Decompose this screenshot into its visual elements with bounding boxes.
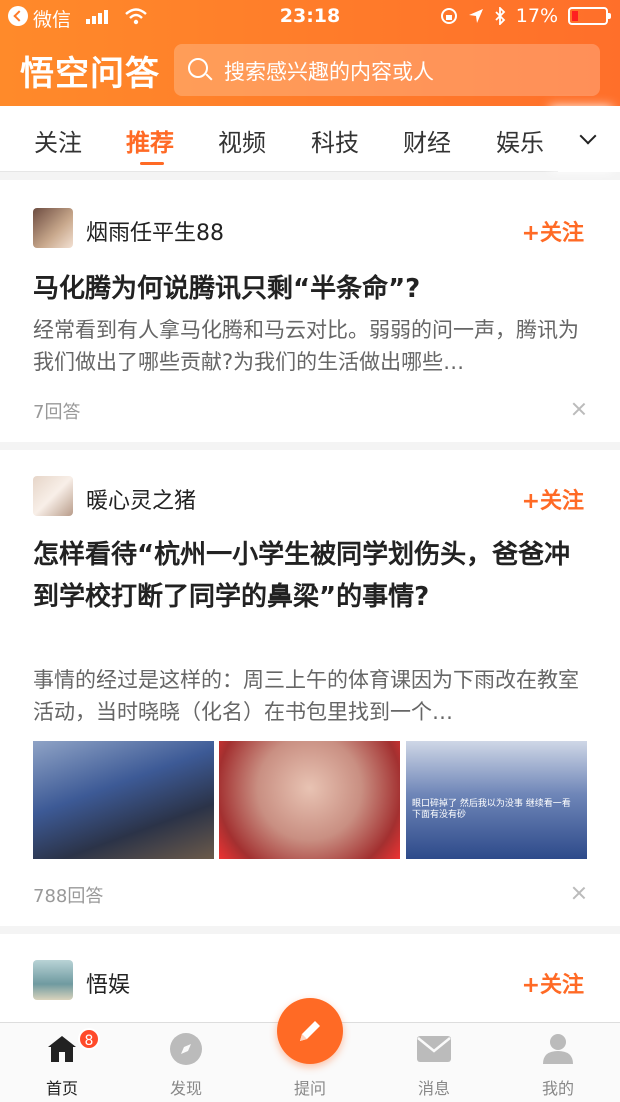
chevron-down-icon [579,127,597,145]
question-excerpt[interactable]: 经常看到有人拿马化腾和马云对比。弱弱的问一声，腾讯为我们做出了哪些贡献?为我们的… [33,314,593,378]
compass-icon [170,1033,202,1065]
tab-follow[interactable]: 关注 [34,123,82,158]
tab-recommend[interactable]: 推荐 [126,123,174,158]
nav-ask-label: 提问 [293,1079,326,1098]
nav-discover-label: 发现 [169,1079,202,1098]
answer-count: 788回答 [33,886,104,907]
tab-video[interactable]: 视频 [218,123,266,158]
app-header: 微信 23:18 17% 悟空问答 搜索感兴趣的内容或人 [0,0,620,106]
avatar[interactable] [33,476,73,516]
tab-finance[interactable]: 财经 [403,123,451,158]
nav-home-label: 首页 [45,1079,78,1098]
thumbnail-image[interactable] [219,741,400,859]
app-logo: 悟空问答 [20,54,160,94]
status-bar: 微信 23:18 17% [0,0,620,34]
notification-badge: 8 [78,1028,100,1050]
image-caption: 眼口碎掉了 然后我以为没事 继续看一看下面有没有砂 [412,799,571,820]
tab-tech[interactable]: 科技 [311,123,359,158]
author-name[interactable]: 悟娱 [86,967,130,999]
active-tab-indicator [140,162,164,165]
thumbnail-image[interactable] [33,741,214,859]
avatar[interactable] [33,208,73,248]
question-title[interactable]: 怎样看待“杭州一小学生被同学划伤头，爸爸冲到学校打断了同学的鼻梁”的事情? [33,534,593,662]
battery-icon [568,7,611,25]
thumbnail-image[interactable]: 眼口碎掉了 然后我以为没事 继续看一看下面有没有砂 [406,741,587,859]
battery-percent: 17% [515,5,558,27]
search-icon [188,58,208,78]
location-icon [468,9,483,23]
pencil-icon [300,1021,320,1041]
author-name[interactable]: 暖心灵之猪 [86,483,196,515]
search-placeholder: 搜索感兴趣的内容或人 [224,60,434,84]
question-excerpt[interactable]: 事情的经过是这样的：周三上午的体育课因为下雨改在教室活动，当时晓晓（化名）在书包… [33,664,593,728]
nav-profile[interactable]: 我的 [518,1023,598,1102]
bluetooth-icon [495,7,506,25]
question-card[interactable]: 烟雨任平生88 +关注 马化腾为何说腾讯只剩“半条命”? 经常看到有人拿马化腾和… [0,180,620,442]
ask-question-button[interactable] [277,998,343,1064]
more-tabs-button[interactable] [558,106,620,172]
question-card[interactable]: 暖心灵之猪 +关注 怎样看待“杭州一小学生被同学划伤头，爸爸冲到学校打断了同学的… [0,450,620,926]
nav-messages[interactable]: 消息 [394,1023,474,1102]
category-tabs: 关注 推荐 视频 科技 财经 娱乐 [0,106,620,172]
image-strip: 眼口碎掉了 然后我以为没事 继续看一看下面有没有砂 [33,741,587,859]
avatar[interactable] [33,960,73,1000]
rotation-lock-icon [440,8,457,24]
search-bar[interactable]: 搜索感兴趣的内容或人 [174,44,600,96]
status-right-group: 17% [440,5,611,27]
home-icon [48,1036,76,1062]
answer-count: 7回答 [33,402,81,423]
dismiss-icon[interactable] [572,886,586,900]
dismiss-icon[interactable] [572,402,586,416]
nav-discover[interactable]: 发现 [146,1023,226,1102]
nav-profile-label: 我的 [541,1079,574,1098]
user-icon [543,1034,573,1064]
follow-button[interactable]: +关注 [522,967,584,999]
mail-icon [417,1036,451,1062]
author-name[interactable]: 烟雨任平生88 [86,215,224,247]
follow-button[interactable]: +关注 [522,215,584,247]
question-title[interactable]: 马化腾为何说腾讯只剩“半条命”? [33,268,593,310]
follow-button[interactable]: +关注 [522,483,584,515]
nav-messages-label: 消息 [417,1079,450,1098]
tab-entertainment[interactable]: 娱乐 [496,123,544,158]
